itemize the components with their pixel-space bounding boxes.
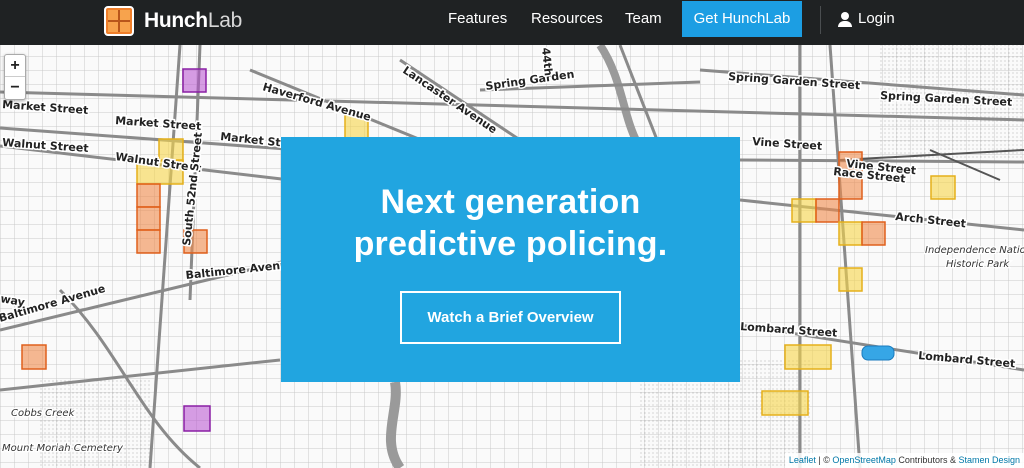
hero-title: Next generation predictive policing. [281,181,740,265]
get-hunchlab-button[interactable]: Get HunchLab [682,1,802,37]
brand-link[interactable]: HunchLab [104,5,242,37]
brand-name-strong: Hunch [144,9,208,32]
area-label: Cobbs Creek [11,408,76,419]
area-label: Historic Park [946,259,1010,270]
login-label: Login [858,10,895,27]
navbar: HunchLab Features Resources Team Get Hun… [0,0,1024,45]
leaflet-link[interactable]: Leaflet [789,455,816,465]
area-label: Mount Moriah Cemetery [2,443,124,454]
zoom-out-icon[interactable]: − [5,77,25,99]
brand-name-light: Lab [207,9,242,32]
attribution-separator: | © [815,455,833,465]
openstreetmap-link[interactable]: OpenStreetMap [832,455,896,465]
nav-divider [820,6,821,34]
nav-link-resources[interactable]: Resources [531,0,603,45]
attribution-contributors: Contributors & [895,455,959,465]
zoom-in-icon[interactable]: + [5,55,25,77]
nav-link-team[interactable]: Team [625,0,662,45]
stamen-design-link[interactable]: Stamen Design [958,455,1020,465]
user-icon [838,11,852,27]
hero-title-line-1: Next generation [380,183,641,221]
hero-title-line-2: predictive policing. [353,225,668,263]
map-attribution: Leaflet | © OpenStreetMap Contributors &… [784,453,1024,468]
brand-name: HunchLab [144,9,242,33]
hero-panel: Next generation predictive policing. Wat… [281,137,740,382]
zoom-control: + − [4,54,26,100]
login-link[interactable]: Login [838,0,895,37]
logo-icon [104,6,134,36]
watch-overview-button[interactable]: Watch a Brief Overview [400,291,621,344]
nav-link-features[interactable]: Features [448,0,507,45]
area-label: Independence National [925,245,1024,256]
